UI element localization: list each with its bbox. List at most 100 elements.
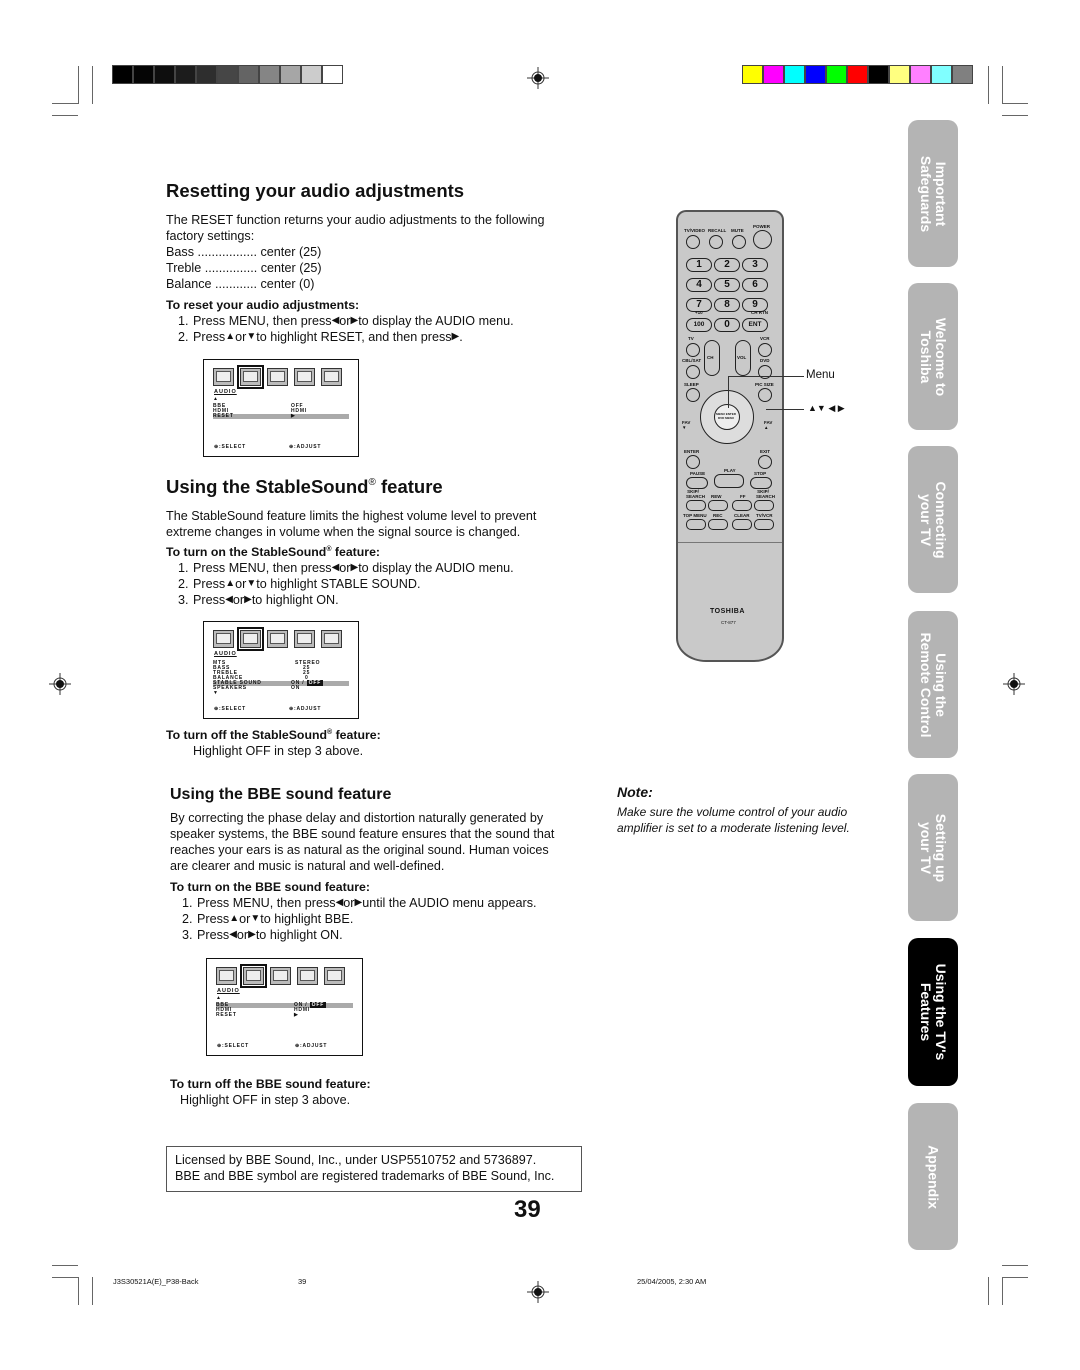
color-swatch bbox=[197, 66, 218, 83]
mute-button bbox=[732, 235, 746, 249]
step-item: 2. Press ▲ or ▼ to highlight STABLE SOUND… bbox=[178, 577, 421, 591]
color-swatch bbox=[113, 66, 134, 83]
cbl-sat-button bbox=[686, 365, 700, 379]
registration-mark-icon bbox=[49, 673, 71, 695]
arrows-callout-label: ▲▼ ◀ ▶ bbox=[808, 403, 845, 413]
color-swatch bbox=[953, 66, 972, 83]
side-tab-label: Appendix bbox=[925, 1144, 942, 1209]
stop-button bbox=[750, 477, 772, 489]
footer-file-name: J3S30521A(E)_P38-Back bbox=[113, 1277, 199, 1286]
color-swatch bbox=[176, 66, 197, 83]
reset-subheading: To reset your audio adjustments: bbox=[166, 298, 360, 312]
recall-button bbox=[709, 235, 723, 249]
top-menu-button bbox=[686, 519, 706, 530]
osd-adjust-hint: ⊕:ADJUST bbox=[289, 444, 322, 450]
rewind-button bbox=[708, 500, 728, 511]
color-swatch bbox=[155, 66, 176, 83]
pic-size-button bbox=[758, 388, 772, 402]
side-tab-appendix[interactable]: Appendix bbox=[908, 1103, 958, 1250]
side-tab-welcome-to[interactable]: Welcome to Toshiba bbox=[908, 283, 958, 430]
side-tab-label: Welcome to Toshiba bbox=[918, 317, 949, 396]
remote-control-illustration: TV/VIDEO RECALL MUTE POWER 1 2 3 4 5 6 7 8 9 100 0… bbox=[676, 210, 784, 662]
power-button bbox=[753, 230, 772, 249]
registration-mark-icon bbox=[1003, 673, 1025, 695]
menu-callout-label: Menu bbox=[806, 369, 835, 381]
channel-menu-icon bbox=[294, 368, 315, 386]
setup-menu-icon bbox=[270, 967, 291, 985]
skip-forward-button bbox=[754, 500, 774, 511]
color-swatch bbox=[932, 66, 953, 83]
lock-menu-icon bbox=[321, 630, 342, 648]
step-item: 3. Press ◀ or ▶ to highlight ON. bbox=[182, 928, 343, 942]
arrows-callout-line bbox=[766, 409, 804, 410]
audio-menu-icon bbox=[237, 627, 264, 651]
number-key-button: 3 bbox=[742, 258, 768, 272]
remote-divider bbox=[678, 542, 782, 543]
step-item: 1. Press MENU, then press ◀ or ▶ until th… bbox=[182, 896, 537, 910]
reset-section-title: Resetting your audio adjustments bbox=[166, 180, 465, 201]
side-tab-connecting[interactable]: Connecting your TV bbox=[908, 446, 958, 593]
osd-select-hint: ⊕:SELECT bbox=[217, 1043, 249, 1049]
registration-mark-icon bbox=[527, 1281, 549, 1303]
note-text: Make sure the volume control of your aud… bbox=[617, 805, 850, 835]
sleep-button bbox=[686, 388, 700, 402]
bbe-intro: By correcting the phase delay and distor… bbox=[170, 811, 555, 873]
color-swatch bbox=[323, 66, 342, 83]
step-item: 3. Press ◀ or ▶ to highlight ON. bbox=[178, 593, 339, 607]
pause-button bbox=[686, 477, 708, 489]
channel-menu-icon bbox=[294, 630, 315, 648]
lock-menu-icon bbox=[324, 967, 345, 985]
side-tab-using-the-tv-s[interactable]: Using the TV's Features bbox=[908, 938, 958, 1086]
color-swatch bbox=[764, 66, 785, 83]
osd-scroll-up-icon: ▲ bbox=[213, 396, 219, 402]
bbe-steps: 1. Press MENU, then press ◀ or ▶ until th… bbox=[182, 895, 537, 943]
color-swatch bbox=[911, 66, 932, 83]
osd-row-highlighted: RESET ▶ bbox=[213, 414, 349, 419]
stablesound-off-subheading: To turn off the StableSound® feature: bbox=[166, 728, 381, 742]
vcr-button bbox=[758, 343, 772, 357]
number-key-button: 8 bbox=[714, 298, 740, 312]
fast-forward-button bbox=[732, 500, 752, 511]
note-label: Note: bbox=[617, 784, 653, 800]
osd-menu-icons bbox=[216, 964, 345, 988]
clear-button bbox=[732, 519, 752, 530]
side-tab-setting-up[interactable]: Setting up your TV bbox=[908, 774, 958, 921]
side-tab-important[interactable]: Important Safeguards bbox=[908, 120, 958, 267]
osd-adjust-hint: ⊕:ADJUST bbox=[289, 706, 322, 712]
osd-audio-menu-bbe: AUDIO ▲ BBE ON / OFF HDMI HDMI RESET ▶ ⊕:SE… bbox=[206, 958, 363, 1056]
side-tab-using-the[interactable]: Using the Remote Control bbox=[908, 611, 958, 758]
picture-menu-icon bbox=[213, 368, 234, 386]
play-button bbox=[714, 474, 744, 488]
osd-menu-icons bbox=[213, 365, 342, 389]
stablesound-steps: 1. Press MENU, then press ◀ or ▶ to displ… bbox=[178, 560, 514, 608]
color-swatch bbox=[239, 66, 260, 83]
step-item: 2. Press ▲ or ▼ to highlight BBE. bbox=[182, 912, 354, 926]
stablesound-on-subheading: To turn on the StableSound® feature: bbox=[166, 545, 380, 559]
factory-setting-balance: Balance ............ center (0) bbox=[166, 277, 315, 291]
color-swatch bbox=[260, 66, 281, 83]
factory-setting-treble: Treble ............... center (25) bbox=[166, 261, 322, 275]
osd-menu-icons bbox=[213, 627, 342, 651]
color-swatch bbox=[785, 66, 806, 83]
bbe-off-subheading: To turn off the BBE sound feature: bbox=[170, 1077, 371, 1091]
bbe-off-text: Highlight OFF in step 3 above. bbox=[180, 1093, 351, 1107]
osd-audio-menu-reset: AUDIO ▲ BBE OFF HDMI HDMI RESET ▶ ⊕:SELECT … bbox=[203, 359, 359, 457]
audio-menu-icon bbox=[240, 964, 267, 988]
side-tab-label: Setting up your TV bbox=[918, 813, 949, 882]
osd-row: RESET ▶ bbox=[216, 1012, 299, 1018]
side-tab-label: Connecting your TV bbox=[918, 481, 949, 558]
osd-title: AUDIO bbox=[217, 988, 240, 994]
stablesound-section-title: Using the StableSound® feature bbox=[166, 476, 443, 497]
color-swatch bbox=[302, 66, 323, 83]
osd-scroll-up-icon: ▲ bbox=[216, 995, 222, 1001]
license-notice-box: Licensed by BBE Sound, Inc., under USP55… bbox=[166, 1146, 582, 1192]
number-key-button: 100 bbox=[686, 318, 712, 332]
number-key-button: 4 bbox=[686, 278, 712, 292]
osd-select-hint: ⊕:SELECT bbox=[214, 444, 246, 450]
record-button bbox=[708, 519, 728, 530]
tv-button bbox=[686, 343, 700, 357]
footer-datetime: 25/04/2005, 2:30 AM bbox=[637, 1277, 707, 1286]
step-item: 1. Press MENU, then press ◀ or ▶ to displ… bbox=[178, 314, 514, 328]
color-swatch bbox=[848, 66, 869, 83]
side-tab-label: Using the Remote Control bbox=[918, 632, 949, 737]
